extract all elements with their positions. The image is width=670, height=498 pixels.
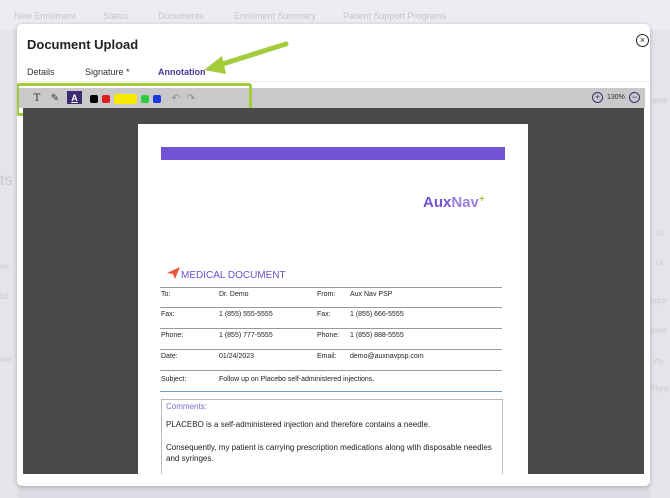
zoom-out-icon[interactable]: −: [629, 92, 640, 103]
label-from: From:: [317, 291, 336, 298]
close-button[interactable]: ×: [636, 34, 649, 47]
document-upload-modal: Document Upload × Details Signature * An…: [17, 24, 650, 486]
auxnav-logo: AuxNav+: [423, 194, 485, 211]
document-page: AuxNav+ MEDICAL DOCUMENT To: Dr. Demo Fr…: [138, 124, 528, 474]
tab-divider: [17, 81, 650, 82]
bg-fragment: ssee: [650, 326, 667, 335]
label-email: Email:: [317, 353, 337, 360]
bg-fragment: ne: [0, 262, 9, 271]
paper-plane-icon: [167, 267, 180, 279]
value-fax-from: 1 (855) 666-5555: [350, 311, 404, 318]
label-phone: Phone:: [161, 332, 184, 339]
label-phone-from: Phone:: [317, 332, 340, 339]
comment-paragraph: Consequently, my patient is carrying pre…: [166, 443, 492, 463]
logo-plus: +: [478, 194, 485, 205]
tab-details[interactable]: Details: [27, 67, 55, 77]
label-fax-from: Fax:: [317, 311, 331, 318]
value-phone: 1 (855) 777-5555: [219, 332, 273, 339]
logo-aux: Aux: [423, 194, 452, 211]
bg-fragment: ame: [652, 96, 668, 105]
logo-nav: Nav: [451, 194, 479, 211]
comment-paragraph: PLACEBO is a self-administered injection…: [166, 420, 431, 429]
label-fax: Fax:: [161, 311, 175, 318]
row-divider: [160, 391, 502, 392]
comments-label: Comments:: [166, 402, 207, 411]
row-divider: [160, 349, 502, 350]
bg-fragment: Ur: [656, 258, 665, 267]
value-to: Dr. Demo: [219, 291, 249, 298]
nav-patient-support-programs: Patient Support Programs: [343, 11, 447, 21]
label-to: To:: [161, 291, 171, 298]
nav-documents: Documents: [158, 11, 204, 21]
header-band: [161, 147, 505, 160]
tab-signature[interactable]: Signature *: [85, 67, 130, 77]
modal-title: Document Upload: [27, 37, 139, 52]
bg-fragment: ts: [0, 172, 13, 189]
nav-status: Status: [103, 11, 129, 21]
value-email: demo@auxnavpsp.com: [350, 353, 424, 360]
bg-fragment: egra: [650, 296, 667, 305]
row-divider: [160, 307, 502, 308]
callout-arrow-icon: [204, 41, 289, 74]
label-subject: Subject:: [161, 376, 187, 383]
row-divider: [160, 370, 502, 371]
row-divider: [160, 287, 502, 288]
value-from: Aux Nav PSP: [350, 291, 393, 298]
bg-fragment: Ur: [656, 229, 665, 238]
nav-enrolment-summary: Enrolment Summary: [234, 11, 317, 21]
value-phone-from: 1 (855) 888-5555: [350, 332, 404, 339]
value-subject: Follow up on Placebo self-administered i…: [219, 376, 375, 383]
comments-box: Comments: PLACEBO is a self-administered…: [161, 399, 503, 474]
value-date: 01/24/2023: [219, 353, 255, 360]
bg-fragment: bil: [0, 292, 9, 301]
bg-fragment: Physi: [650, 384, 670, 393]
document-title: MEDICAL DOCUMENT: [181, 270, 286, 281]
label-date: Date:: [161, 353, 178, 360]
zoom-level: 130%: [607, 94, 625, 101]
row-divider: [160, 328, 502, 329]
tab-annotation[interactable]: Annotation: [158, 67, 206, 77]
bg-fragment: Ph: [654, 358, 664, 367]
nav-new-enrolment: New Enrolment: [14, 11, 76, 21]
document-viewer: AuxNav+ MEDICAL DOCUMENT To: Dr. Demo Fr…: [23, 108, 644, 474]
bg-fragment: me: [0, 355, 12, 364]
value-fax: 1 (855) 555-5555: [219, 311, 273, 318]
zoom-in-icon[interactable]: +: [592, 92, 603, 103]
